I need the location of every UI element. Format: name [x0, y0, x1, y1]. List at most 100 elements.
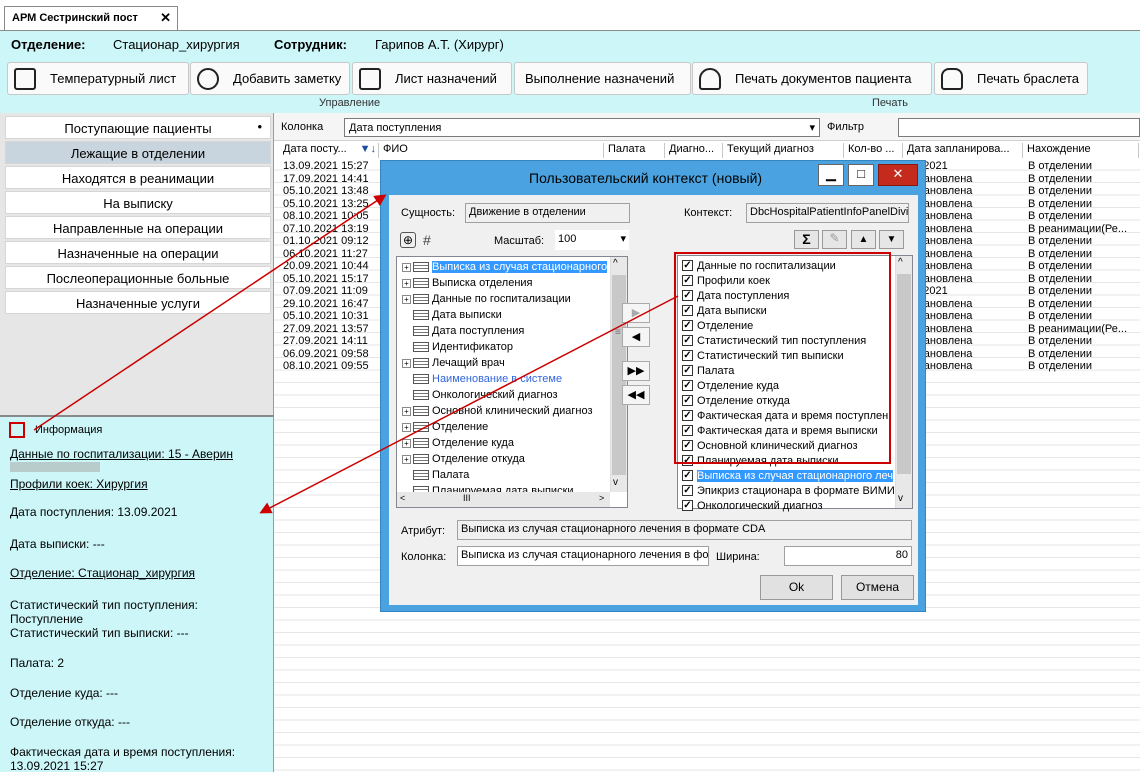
cancel-button[interactable]: Отмена: [841, 575, 914, 600]
tree-node[interactable]: + Отделение куда: [402, 435, 514, 451]
prescription-sheet-button[interactable]: Лист назначений: [352, 62, 512, 95]
tree-node[interactable]: Наименование в системе: [402, 371, 562, 387]
scroll-right-icon[interactable]: >: [599, 493, 604, 503]
col-header-fio[interactable]: ФИО: [380, 143, 604, 158]
column-name-input[interactable]: Выписка из случая стационарного лечения …: [457, 546, 709, 566]
cell-admission-date[interactable]: 07.10.2021 13:19: [283, 223, 379, 235]
col-header-count[interactable]: Кол-во ...: [845, 143, 903, 158]
expand-icon[interactable]: +: [402, 278, 411, 288]
expand-icon[interactable]: +: [402, 422, 411, 432]
cell-admission-date[interactable]: 08.10.2021 10:05: [283, 210, 379, 222]
minimize-icon[interactable]: ▁: [818, 164, 844, 186]
splitter-grip-icon[interactable]: ≡: [615, 327, 621, 338]
filter-input[interactable]: [898, 118, 1140, 137]
scroll-up-icon[interactable]: ^: [613, 258, 618, 269]
col-header-current-diag[interactable]: Текущий диагноз: [724, 143, 844, 158]
cell-location[interactable]: В отделении: [1028, 173, 1138, 185]
expand-icon[interactable]: +: [402, 358, 411, 368]
expand-icon[interactable]: +: [402, 294, 411, 304]
move-down-icon[interactable]: ▼: [879, 230, 904, 249]
checklist-vscroll-thumb[interactable]: [897, 274, 911, 474]
tree-node[interactable]: + Основной клинический диагноз: [402, 403, 593, 419]
context-checklist[interactable]: ✓ Данные по госпитализации ✓ Профили коек ✓ Д…: [674, 252, 913, 512]
tree-node[interactable]: + Отделение: [402, 419, 488, 435]
nav-item-in-department[interactable]: Лежащие в отделении: [5, 141, 271, 164]
cell-admission-date[interactable]: 13.09.2021 15:27: [283, 160, 379, 172]
col-header-admission[interactable]: Дата посту... ▼↓: [280, 143, 379, 158]
dialog-titlebar[interactable]: Пользовательский контекст (новый) ▁ □ ✕: [381, 161, 925, 195]
cell-location[interactable]: В отделении: [1028, 260, 1138, 272]
print-patient-documents-button[interactable]: Печать документов пациента: [692, 62, 932, 95]
cell-location[interactable]: В отделении: [1028, 335, 1138, 347]
cell-admission-date[interactable]: 06.09.2021 09:58: [283, 348, 379, 360]
scale-select[interactable]: 100 ▾: [555, 230, 629, 250]
column-select[interactable]: Дата поступления ▾: [344, 118, 820, 137]
scroll-down-icon[interactable]: v: [898, 493, 903, 504]
tree-node[interactable]: Идентификатор: [402, 339, 513, 355]
move-right-button[interactable]: ▶: [622, 303, 650, 323]
scroll-left-icon[interactable]: <: [400, 493, 405, 503]
expand-icon[interactable]: +: [402, 454, 411, 464]
cell-admission-date[interactable]: 06.10.2021 11:27: [283, 248, 379, 260]
grid-icon[interactable]: #: [423, 232, 431, 248]
cell-admission-date[interactable]: 29.10.2021 16:47: [283, 298, 379, 310]
cell-location[interactable]: В отделении: [1028, 210, 1138, 222]
tree-node[interactable]: + Лечащий врач: [402, 355, 505, 371]
checkbox[interactable]: ✓: [682, 485, 693, 496]
print-bracelet-button[interactable]: Печать браслета: [934, 62, 1088, 95]
ok-button[interactable]: Ok: [760, 575, 833, 600]
cell-location[interactable]: В отделении: [1028, 235, 1138, 247]
checkbox[interactable]: ✓: [682, 470, 693, 481]
move-left-button[interactable]: ◀: [622, 327, 650, 347]
expand-icon[interactable]: +: [402, 262, 411, 272]
col-header-ward[interactable]: Палата: [605, 143, 665, 158]
col-header-diag[interactable]: Диагно...: [666, 143, 723, 158]
checklist-vscrollbar[interactable]: ^ v: [895, 256, 912, 508]
checkbox[interactable]: ✓: [682, 500, 693, 511]
cell-location[interactable]: В реанимации(Ре...: [1028, 323, 1138, 335]
edit-info-icon[interactable]: [9, 422, 25, 438]
temperature-sheet-button[interactable]: Температурный лист: [7, 62, 189, 95]
nav-item-icu[interactable]: Находятся в реанимации: [5, 166, 271, 189]
cell-location[interactable]: В отделении: [1028, 273, 1138, 285]
cell-admission-date[interactable]: 07.09.2021 11:09: [283, 285, 379, 297]
tree-node[interactable]: Дата выписки: [402, 307, 502, 323]
nav-item-scheduled-surgery[interactable]: Назначенные на операции: [5, 241, 271, 264]
nav-item-services[interactable]: Назначенные услуги: [5, 291, 271, 314]
info-hospitalization-link[interactable]: Данные по госпитализации: 15 - Аверин: [10, 447, 233, 461]
nav-item-referred-surgery[interactable]: Направленные на операции: [5, 216, 271, 239]
checklist-item[interactable]: ✓ Эпикриз стационара в формате ВИМИ: [682, 483, 895, 498]
cell-admission-date[interactable]: 08.10.2021 09:55: [283, 360, 379, 372]
tree-node[interactable]: + Отделение откуда: [402, 451, 525, 467]
cell-location[interactable]: В отделении: [1028, 198, 1138, 210]
col-header-location[interactable]: Нахождение: [1024, 143, 1139, 158]
move-all-right-button[interactable]: ▶▶: [622, 361, 650, 381]
maximize-icon[interactable]: □: [848, 164, 874, 186]
cell-admission-date[interactable]: 05.10.2021 10:31: [283, 310, 379, 322]
nav-item-discharge[interactable]: На выписку: [5, 191, 271, 214]
execute-prescriptions-button[interactable]: Выполнение назначений: [514, 62, 691, 95]
cell-location[interactable]: В отделении: [1028, 160, 1138, 172]
checklist-item[interactable]: ✓ Онкологический диагноз: [682, 498, 823, 513]
col-header-planned[interactable]: Дата запланирова...: [904, 143, 1023, 158]
tree-hscrollbar[interactable]: < III >: [397, 492, 610, 507]
cell-admission-date[interactable]: 05.10.2021 13:25: [283, 198, 379, 210]
tree-node[interactable]: Палата: [402, 467, 469, 483]
info-department-link[interactable]: Отделение: Стационар_хирургия: [10, 566, 195, 580]
add-note-button[interactable]: Добавить заметку: [190, 62, 350, 95]
width-input[interactable]: 80: [784, 546, 912, 566]
cell-admission-date[interactable]: 17.09.2021 14:41: [283, 173, 379, 185]
expand-icon[interactable]: +: [402, 406, 411, 416]
cell-admission-date[interactable]: 27.09.2021 14:11: [283, 335, 379, 347]
cell-location[interactable]: В отделении: [1028, 348, 1138, 360]
nav-item-incoming[interactable]: Поступающие пациенты •: [5, 116, 271, 139]
entity-tree[interactable]: + Выписка из случая стационарного + Выписка…: [396, 256, 628, 508]
checklist-item[interactable]: ✓ Выписка из случая стационарного леч: [682, 468, 894, 483]
cell-admission-date[interactable]: 01.10.2021 09:12: [283, 235, 379, 247]
cell-admission-date[interactable]: 05.10.2021 15:17: [283, 273, 379, 285]
scroll-down-icon[interactable]: v: [613, 477, 618, 488]
tree-node[interactable]: + Данные по госпитализации: [402, 291, 571, 307]
move-all-left-button[interactable]: ◀◀: [622, 385, 650, 405]
tab-main[interactable]: АРМ Сестринский пост ✕: [4, 6, 178, 30]
nav-item-postoperative[interactable]: Послеоперационные больные: [5, 266, 271, 289]
